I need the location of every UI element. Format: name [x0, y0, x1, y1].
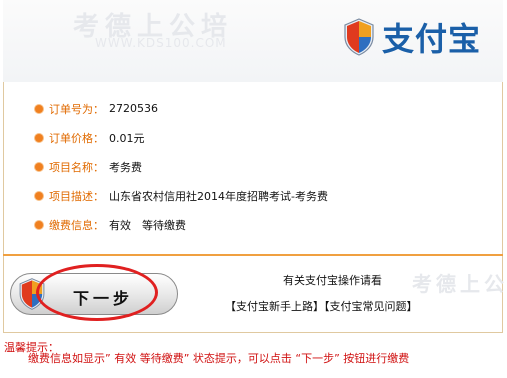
order-row-project-desc: 项目描述： 山东省农村信用社2014年度招聘考试-考务费: [35, 181, 328, 210]
project-name-value: 考务费: [109, 160, 142, 174]
project-desc-value: 山东省农村信用社2014年度招聘考试-考务费: [109, 189, 328, 203]
order-price-value: 0.01元: [109, 131, 145, 145]
order-info-list: 订单号为： 2720536 订单价格： 0.01元 项目名称： 考务费 项目描述…: [35, 94, 328, 239]
payment-status-value: 有效 等待缴费: [109, 218, 186, 232]
section-divider: [3, 254, 503, 256]
newbie-guide-link[interactable]: 【支付宝新手上路】: [225, 300, 324, 313]
bullet-icon: [35, 220, 43, 229]
payment-status-label: 缴费信息：: [49, 218, 104, 232]
order-row-number: 订单号为： 2720536: [35, 94, 328, 123]
order-number-label: 订单号为：: [49, 102, 104, 116]
help-title: 有关支付宝操作请看: [283, 274, 382, 287]
project-name-label: 项目名称：: [49, 160, 104, 174]
bullet-icon: [35, 133, 43, 142]
alipay-logo: 支付宝: [342, 14, 481, 60]
alipay-logo-text: 支付宝: [382, 20, 482, 58]
order-price-label: 订单价格：: [49, 131, 104, 145]
shield-icon: [344, 18, 374, 56]
watermark-url: WWW.KDS100.COM: [95, 36, 227, 50]
tip-text: 缴费信息如显示” 有效 等待缴费” 状态提示，可以点击 “下一步” 按钮进行缴费: [28, 352, 410, 365]
highlight-ellipse: [36, 264, 158, 321]
order-row-payment-status: 缴费信息： 有效 等待缴费: [35, 210, 328, 239]
bullet-icon: [35, 162, 43, 171]
bullet-icon: [35, 104, 43, 113]
faq-link[interactable]: 【支付宝常见问题】: [324, 300, 418, 313]
order-row-project-name: 项目名称： 考务费: [35, 152, 328, 181]
bullet-icon: [35, 191, 43, 200]
order-row-price: 订单价格： 0.01元: [35, 123, 328, 152]
help-links: 【支付宝新手上路】【支付宝常见问题】: [225, 298, 418, 314]
project-desc-label: 项目描述：: [49, 189, 104, 203]
order-number-value: 2720536: [109, 102, 158, 115]
watermark-text-2: 考德上公培: [412, 272, 507, 296]
